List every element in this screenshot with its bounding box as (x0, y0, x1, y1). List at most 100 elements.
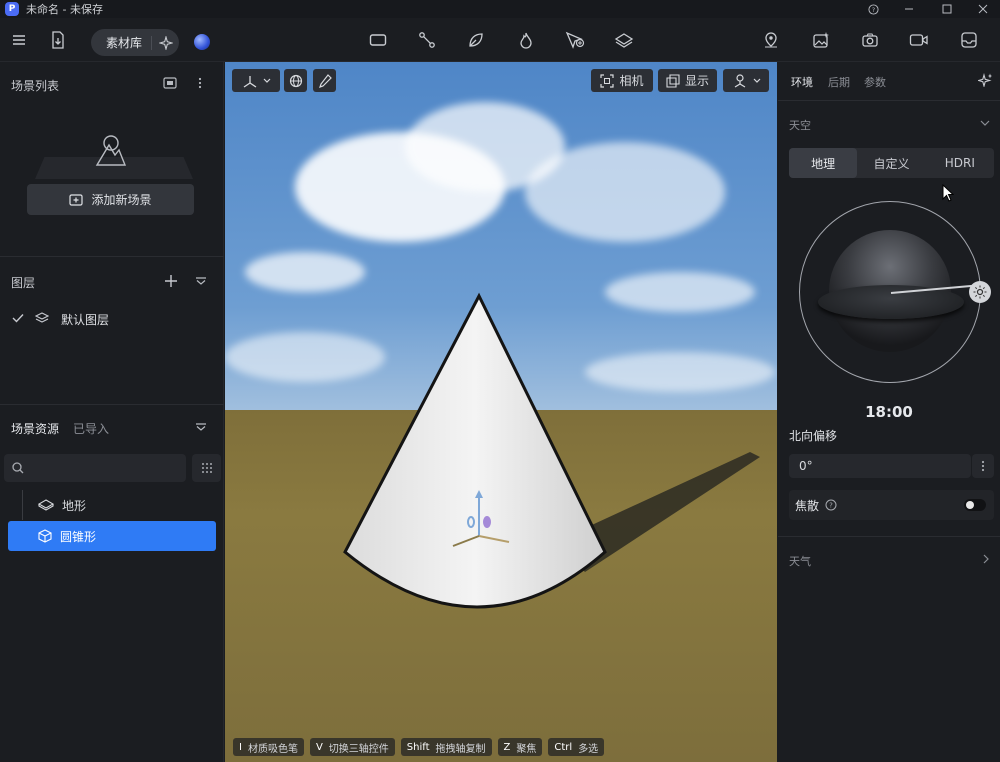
camera-icon[interactable] (856, 26, 884, 54)
right-panel: 环境 后期 参数 天空 地理 自定义 HDRI 18:00 北向偏移 0° 焦散… (778, 62, 1000, 762)
display-cube-icon (666, 73, 680, 88)
display-button-label: 显示 (684, 74, 709, 88)
tree-item-label: 地形 (62, 498, 87, 513)
search-icon (12, 462, 24, 474)
north-offset-input[interactable]: 0° (789, 454, 971, 478)
add-point-tool-icon[interactable] (561, 26, 589, 54)
tree-item-label: 圆锥形 (60, 529, 97, 544)
gizmo-mode-button[interactable] (723, 69, 769, 92)
divider (778, 536, 1000, 537)
render-globe-icon[interactable] (194, 34, 210, 50)
image-ai-icon[interactable] (807, 26, 835, 54)
default-layer-label[interactable]: 默认图层 (61, 311, 109, 328)
caustics-label: 焦散 (795, 498, 820, 513)
sky-mode-custom[interactable]: 自定义 (857, 148, 925, 178)
close-button[interactable] (968, 0, 998, 18)
eyedropper-icon[interactable] (313, 69, 336, 92)
chevron-right-icon[interactable] (983, 554, 989, 564)
export-icon[interactable] (955, 26, 983, 54)
svg-text:?: ? (829, 502, 833, 510)
chevron-down-icon[interactable] (980, 120, 990, 126)
leaf-tool-icon[interactable] (462, 26, 490, 54)
sun-handle[interactable] (969, 281, 991, 303)
sun-position-dial[interactable] (799, 201, 991, 383)
minimize-button[interactable] (894, 0, 924, 18)
layers-title: 图层 (11, 276, 36, 290)
axis-mode-button[interactable] (232, 69, 280, 92)
ground-disc (818, 285, 964, 319)
location-pin-icon[interactable] (757, 26, 785, 54)
divider (0, 404, 224, 405)
hint-eyedropper: I 材质吸色笔 (233, 738, 304, 756)
collapse-layers-icon[interactable] (195, 277, 207, 285)
shortcut-hints: I 材质吸色笔 V 切换三轴控件 Shift 拖拽轴复制 Z 聚焦 Ctrl 多选 (233, 738, 605, 756)
divider (778, 100, 1000, 101)
path-tool-icon[interactable] (413, 26, 441, 54)
frame-icon (600, 73, 615, 88)
app-logo: P (5, 2, 19, 16)
north-offset-label: 北向偏移 (789, 429, 838, 443)
scene-list-title: 场景列表 (11, 79, 60, 93)
add-scene-button[interactable]: 添加新场景 (27, 184, 194, 215)
library-button[interactable]: 素材库 (91, 34, 151, 51)
sky-section-title[interactable]: 天空 (789, 117, 811, 133)
sky-mode-geo[interactable]: 地理 (789, 148, 858, 178)
asset-search-input[interactable] (4, 454, 186, 482)
menu-icon[interactable] (5, 26, 33, 54)
tab-params[interactable]: 参数 (864, 74, 886, 90)
cone-object[interactable] (225, 62, 777, 762)
video-icon[interactable] (905, 26, 933, 54)
scene-preview-icon[interactable] (163, 77, 177, 89)
terrain-icon (38, 499, 54, 511)
camera-button[interactable]: 相机 (591, 69, 653, 92)
add-layer-icon[interactable] (164, 274, 178, 288)
tab-environment[interactable]: 环境 (791, 74, 813, 90)
flame-tool-icon[interactable] (512, 26, 540, 54)
world-globe-icon[interactable] (284, 69, 307, 92)
check-icon[interactable] (12, 313, 24, 323)
sky-mode-selector: 地理 自定义 HDRI (789, 148, 994, 178)
tab-imported[interactable]: 已导入 (73, 420, 109, 437)
window-title: 未命名 - 未保存 (26, 3, 103, 16)
ai-sparkle-icon[interactable] (152, 35, 179, 50)
hint-toggle-gizmo: V 切换三轴控件 (309, 738, 395, 756)
tree-item-cone[interactable]: 圆锥形 (8, 521, 216, 551)
library-button-group: 素材库 (91, 29, 179, 56)
help-icon[interactable]: ? (858, 0, 888, 18)
collapse-assets-icon[interactable] (195, 423, 207, 431)
tab-post[interactable]: 后期 (828, 74, 850, 90)
divider (0, 256, 224, 257)
add-scene-icon (69, 193, 84, 206)
hint-drag-copy: Shift 拖拽轴复制 (400, 738, 492, 756)
svg-text:?: ? (871, 5, 874, 13)
mouse-cursor-icon (942, 184, 954, 202)
camera-button-label: 相机 (619, 74, 644, 88)
caustics-toggle[interactable] (964, 499, 986, 511)
display-button[interactable]: 显示 (658, 69, 717, 92)
rectangle-tool-icon[interactable] (364, 26, 392, 54)
tab-scene-assets[interactable]: 场景资源 (11, 420, 59, 437)
layers-tool-icon[interactable] (610, 26, 638, 54)
hint-focus: Z 聚焦 (497, 738, 543, 756)
caustics-row: 焦散 ? (789, 490, 994, 520)
hint-multiselect: Ctrl 多选 (548, 738, 605, 756)
left-panel: 场景列表 添加新场景 图层 默认图层 场景资源 已导入 地形 圆锥形 (0, 62, 224, 762)
maximize-button[interactable] (932, 0, 962, 18)
title-bar: P 未命名 - 未保存 ? (0, 0, 1000, 18)
grid-view-icon[interactable] (192, 454, 221, 482)
help-icon[interactable]: ? (825, 499, 837, 511)
cube-icon (38, 529, 52, 543)
time-of-day: 18:00 (865, 403, 913, 421)
mountain-placeholder-icon (95, 133, 127, 167)
more-vertical-icon[interactable] (198, 77, 202, 89)
add-scene-label: 添加新场景 (91, 193, 152, 207)
tree-item-terrain[interactable]: 地形 (8, 490, 216, 520)
import-file-icon[interactable] (44, 26, 72, 54)
layer-stack-icon (35, 312, 49, 324)
sky-mode-hdri[interactable]: HDRI (926, 148, 994, 178)
main-toolbar: 素材库 (0, 18, 1000, 62)
weather-section-title[interactable]: 天气 (789, 553, 811, 569)
3d-viewport[interactable]: 相机 显示 I 材质吸色笔 V 切换三轴控件 Shift 拖拽轴复制 Z 聚焦 Ctrl… (225, 62, 777, 762)
ai-sparkle-icon[interactable] (978, 73, 992, 87)
more-vertical-icon[interactable] (972, 454, 994, 478)
